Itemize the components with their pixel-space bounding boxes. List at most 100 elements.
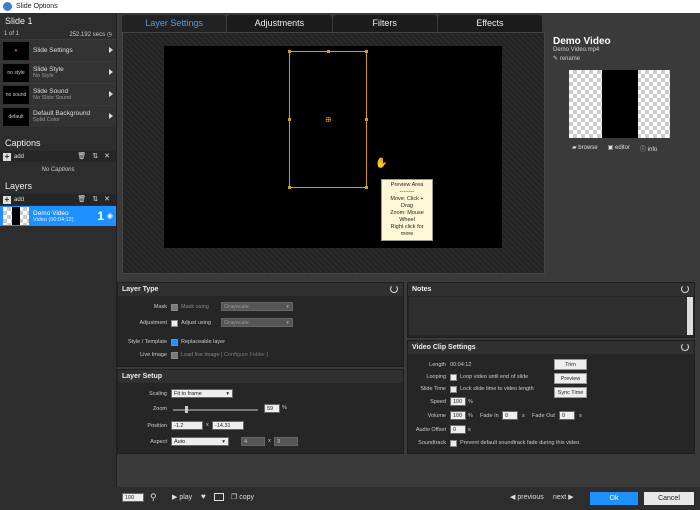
browse-button[interactable]: ▰ browse: [572, 144, 598, 153]
slide-info-row: 1 of 1 252.192 secs ◷: [0, 29, 116, 39]
search-icon[interactable]: ⚲: [150, 492, 157, 503]
tab-adjustments[interactable]: Adjustments: [227, 15, 332, 32]
resize-handle[interactable]: [288, 118, 291, 121]
layer-name: Demo Video: [33, 209, 69, 217]
play-button[interactable]: ▶ play: [172, 493, 192, 501]
looping-checkbox[interactable]: [450, 374, 457, 381]
preview-button[interactable]: Preview: [554, 373, 587, 384]
trash-icon[interactable]: 🗑: [77, 152, 86, 160]
tab-effects[interactable]: Effects: [437, 15, 542, 32]
volume-label: Volume: [427, 413, 446, 419]
resize-handle[interactable]: [327, 50, 330, 53]
video-clip-panel: Video Clip Settings Length 00:04:12 Loop…: [407, 340, 695, 454]
reset-icon[interactable]: [681, 285, 689, 293]
copy-icon: ❐: [231, 494, 238, 501]
chevron-down-icon: ▾: [226, 391, 229, 397]
tools-icon[interactable]: ✕: [104, 195, 110, 203]
layer-item[interactable]: Demo Video Video (00:04:12) 1 ◉: [0, 206, 116, 226]
info-actions: ▰ browse ▣ editor ⓘ info: [572, 144, 657, 153]
speed-label: Speed: [430, 399, 446, 405]
sync-time-button[interactable]: Sync Time: [554, 387, 587, 398]
add-caption-icon[interactable]: +: [3, 152, 11, 161]
tooltip-line: Right click for more: [390, 224, 424, 237]
chevron-right-icon: [109, 47, 113, 53]
position-x-input[interactable]: -1.2: [171, 421, 203, 430]
slide-time-checkbox[interactable]: [450, 386, 457, 393]
reset-icon[interactable]: [390, 285, 398, 293]
layer-info-title: Demo Video: [553, 36, 611, 47]
preview-canvas[interactable]: ⊕ ✋ Preview Area -------- Move: Click + …: [164, 46, 502, 248]
panel-title: Layer Setup: [122, 373, 163, 380]
position-y-input[interactable]: -14.31: [212, 421, 244, 430]
live-image-checkbox[interactable]: [171, 352, 178, 359]
ok-button[interactable]: Ok: [590, 492, 638, 505]
slide-time-label: Slide Time: [420, 386, 446, 392]
trash-icon[interactable]: 🗑: [77, 195, 86, 203]
scaling-value: Fit to frame: [174, 391, 202, 397]
soundtrack-checkbox[interactable]: [450, 440, 457, 447]
resize-handle[interactable]: [288, 186, 291, 189]
zoom-level-input[interactable]: 100: [122, 493, 144, 502]
eye-icon[interactable]: ◉: [107, 212, 113, 220]
aspect-height-input[interactable]: 3: [274, 437, 298, 446]
fade-in-input[interactable]: 0: [502, 411, 518, 420]
browse-label: browse: [578, 145, 598, 151]
default-background-item[interactable]: default Default Background Solid Color: [0, 105, 116, 127]
move-updown-icon[interactable]: ⇅: [92, 152, 98, 160]
scaling-select[interactable]: Fit to frame ▾: [171, 389, 233, 398]
resize-handle[interactable]: [288, 50, 291, 53]
tools-icon[interactable]: ✕: [104, 152, 110, 160]
layers-title: Layers: [5, 181, 33, 191]
notes-textarea[interactable]: [409, 297, 686, 335]
fade-out-input[interactable]: 0: [559, 411, 575, 420]
cancel-button[interactable]: Cancel: [644, 492, 694, 505]
info-button[interactable]: ⓘ info: [640, 144, 657, 153]
aspect-select[interactable]: Auto ▾: [171, 437, 229, 446]
screen-icon[interactable]: [214, 493, 224, 501]
layer-selection-box[interactable]: ⊕: [288, 50, 368, 189]
hand-cursor-icon: ✋: [375, 158, 388, 169]
tab-layer-settings[interactable]: Layer Settings: [122, 15, 227, 32]
previous-button[interactable]: ◀ previous: [510, 493, 544, 501]
zoom-input[interactable]: 59: [264, 404, 280, 413]
configure-folder-link[interactable]: [ Configure Folder ]: [221, 352, 268, 358]
adjustment-checkbox[interactable]: [171, 320, 178, 327]
looping-text: Loop video until end of slide: [460, 374, 529, 380]
trim-button[interactable]: Trim: [554, 359, 587, 370]
aspect-separator: x: [268, 438, 271, 444]
tab-filters[interactable]: Filters: [332, 15, 437, 32]
slide-style-item[interactable]: no style Slide Style No Style: [0, 61, 116, 83]
reset-icon[interactable]: [681, 343, 689, 351]
notes-scrollbar[interactable]: [687, 297, 693, 335]
slide-settings-item[interactable]: ✦ Slide Settings: [0, 39, 116, 61]
copy-button[interactable]: ❐ copy: [231, 493, 254, 501]
audio-offset-input[interactable]: 0: [450, 425, 466, 434]
add-caption-button[interactable]: add: [14, 154, 24, 160]
volume-input[interactable]: 100: [450, 411, 466, 420]
mask-select[interactable]: Grayscale ▾: [221, 302, 293, 311]
resize-handle[interactable]: [365, 118, 368, 121]
editor-button[interactable]: ▣ editor: [608, 144, 630, 153]
slide-sound-item[interactable]: no sound Slide Sound No Slide Sound: [0, 83, 116, 105]
resize-handle[interactable]: [365, 50, 368, 53]
next-button[interactable]: next ▶: [553, 493, 574, 501]
notes-panel: Notes: [407, 282, 695, 338]
speed-input[interactable]: 100: [450, 397, 466, 406]
position-label: Position: [147, 423, 167, 429]
default-background-thumb: default: [3, 107, 29, 126]
layer-thumbnail: [569, 70, 670, 138]
zoom-slider[interactable]: [173, 406, 258, 413]
add-layer-icon[interactable]: +: [3, 195, 11, 204]
looping-label: Looping: [426, 374, 446, 380]
heart-icon[interactable]: ♥: [201, 492, 206, 501]
replaceable-checkbox[interactable]: [171, 339, 178, 346]
add-layer-button[interactable]: add: [14, 197, 24, 203]
adjust-select[interactable]: Grayscale ▾: [221, 318, 293, 327]
preview-stage[interactable]: ⊕ ✋ Preview Area -------- Move: Click + …: [122, 32, 545, 274]
aspect-width-input[interactable]: 4: [241, 437, 265, 446]
rename-button[interactable]: ✎ rename: [553, 55, 698, 62]
mask-checkbox[interactable]: [171, 304, 178, 311]
zoom-slider-handle[interactable]: [185, 406, 188, 413]
resize-handle[interactable]: [365, 186, 368, 189]
move-updown-icon[interactable]: ⇅: [92, 195, 98, 203]
